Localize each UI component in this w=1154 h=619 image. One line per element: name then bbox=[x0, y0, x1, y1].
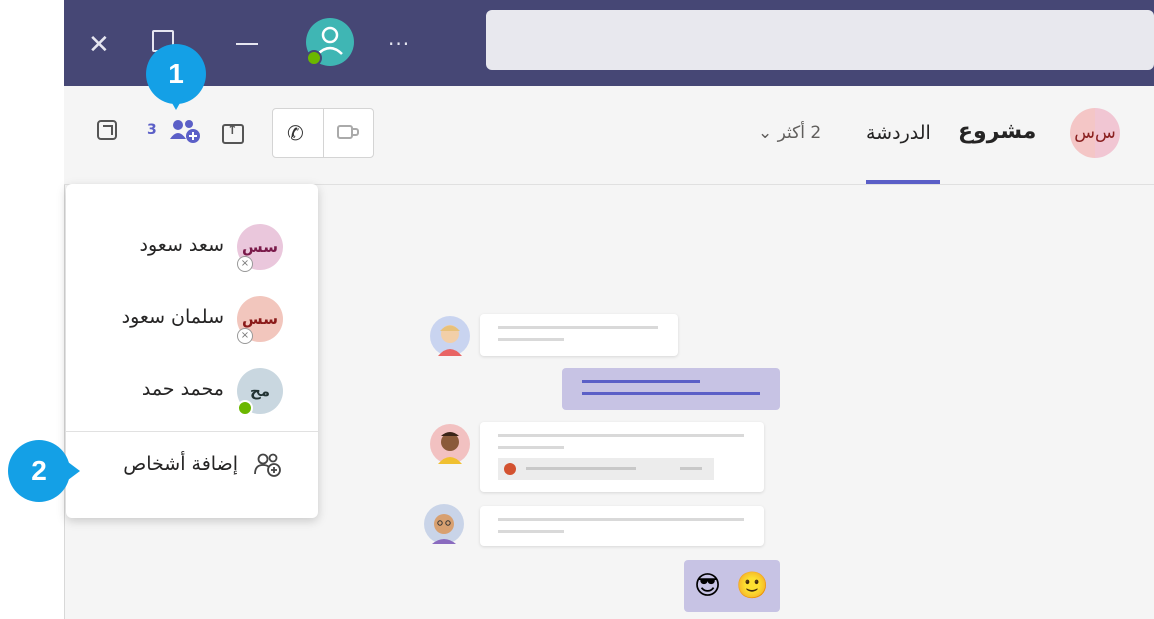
callout-2: 2 bbox=[8, 440, 80, 502]
chat-title: مشروع bbox=[958, 119, 1037, 144]
profile-avatar[interactable] bbox=[306, 18, 354, 66]
add-people-button[interactable]: إضافة أشخاص bbox=[66, 440, 318, 492]
share-screen-icon[interactable] bbox=[222, 123, 244, 144]
active-tab-indicator bbox=[866, 180, 940, 184]
audio-call-icon[interactable]: ✆ bbox=[287, 121, 304, 145]
add-people-label: إضافة أشخاص bbox=[123, 453, 238, 475]
presence-offline-icon: × bbox=[237, 328, 253, 344]
divider bbox=[66, 431, 318, 432]
chat-message bbox=[480, 506, 764, 546]
presence-offline-icon: × bbox=[237, 256, 253, 272]
avatar bbox=[424, 504, 464, 544]
chat-avatar: س‌س bbox=[1070, 108, 1120, 158]
participant-name: محمد حمد bbox=[141, 378, 224, 400]
callout-1: 1 bbox=[146, 44, 206, 110]
more-options-icon[interactable]: ··· bbox=[388, 31, 410, 57]
tab-more-dropdown[interactable]: 2 أكثر ⌄ bbox=[758, 123, 821, 143]
presence-available-icon bbox=[306, 50, 322, 66]
video-call-icon[interactable] bbox=[337, 125, 359, 139]
participant-name: سعد سعود bbox=[139, 234, 224, 256]
file-attachment[interactable] bbox=[498, 458, 714, 480]
close-icon[interactable]: ✕ bbox=[88, 32, 110, 58]
participant-item[interactable]: سس × سعد سعود bbox=[66, 218, 318, 278]
call-buttons: ✆ bbox=[272, 108, 374, 158]
powerpoint-icon bbox=[504, 463, 516, 475]
chat-message bbox=[480, 422, 764, 492]
avatar bbox=[430, 316, 470, 356]
participants-panel: سس × سعد سعود سس × سلمان سعود مح محمد حم… bbox=[66, 184, 318, 518]
own-chat-message bbox=[562, 368, 780, 410]
own-emoji-message: 😎 🙂 bbox=[684, 560, 780, 612]
divider bbox=[323, 109, 324, 157]
sunglasses-emoji-icon: 😎 bbox=[694, 571, 722, 601]
participant-name: سلمان سعود bbox=[121, 306, 224, 328]
add-people-icon bbox=[254, 453, 281, 477]
avatar bbox=[430, 424, 470, 464]
participant-item[interactable]: سس × سلمان سعود bbox=[66, 290, 318, 350]
popout-icon[interactable] bbox=[97, 120, 117, 140]
search-input[interactable] bbox=[486, 10, 1154, 70]
participant-item[interactable]: مح محمد حمد bbox=[66, 362, 318, 422]
smile-emoji-icon: 🙂 bbox=[736, 571, 769, 601]
tab-chat[interactable]: الدردشة bbox=[866, 122, 931, 144]
participants-count[interactable]: 3 bbox=[147, 122, 157, 138]
participants-icon[interactable] bbox=[168, 119, 202, 143]
minimize-icon[interactable] bbox=[236, 43, 258, 45]
chat-message bbox=[480, 314, 678, 356]
presence-available-icon bbox=[237, 400, 253, 416]
